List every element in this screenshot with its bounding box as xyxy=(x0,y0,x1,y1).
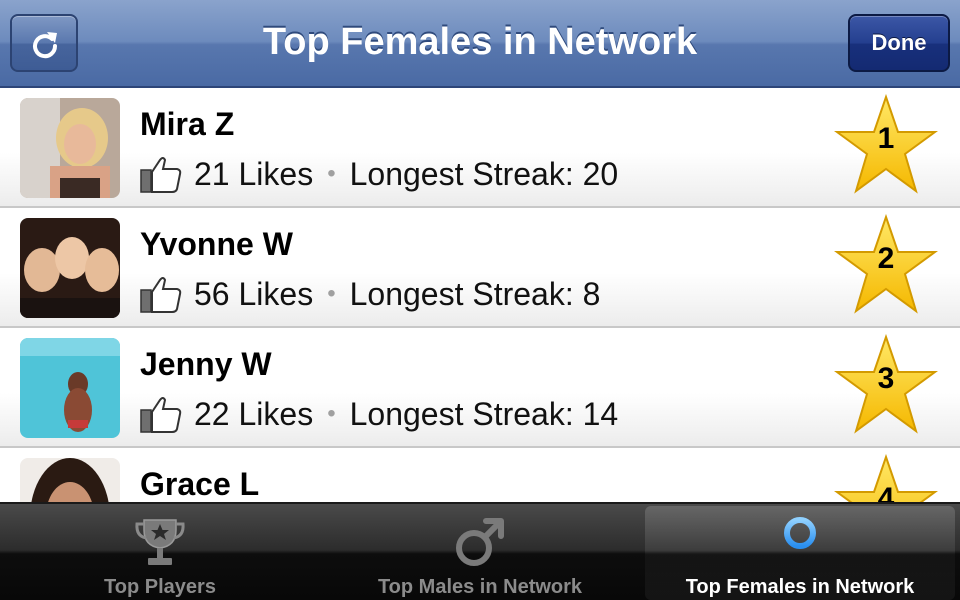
rank-badge: 2 xyxy=(834,214,938,318)
longest-streak: Longest Streak: 8 xyxy=(349,275,601,312)
rank-number: 1 xyxy=(877,122,895,155)
rank-badge: 1 xyxy=(834,94,938,198)
avatar xyxy=(20,458,120,502)
longest-streak: Longest Streak: 20 xyxy=(349,155,619,192)
likes-count: 21 Likes xyxy=(194,155,314,192)
player-name: Yvonne W xyxy=(140,226,293,262)
separator-dot: • xyxy=(327,160,336,187)
list-item[interactable]: Jenny W 22 Likes • Longest Streak: 14 3 xyxy=(0,328,960,448)
trophy-icon xyxy=(135,519,185,565)
female-symbol-icon xyxy=(784,517,816,566)
avatar xyxy=(20,338,120,438)
tab-bar: Top Players Top Males in Network Top Fem… xyxy=(0,502,960,600)
player-name: Mira Z xyxy=(140,106,235,142)
player-list[interactable]: Mira Z 21 Likes • Longest Streak: 20 1 Y… xyxy=(0,88,960,502)
separator-dot: • xyxy=(327,280,336,307)
likes-count: 56 Likes xyxy=(194,275,314,312)
tab-label: Top Players xyxy=(104,576,216,598)
tab-top-males[interactable]: Top Males in Network xyxy=(325,506,635,600)
tab-label: Top Females in Network xyxy=(685,576,915,598)
avatar xyxy=(20,98,120,198)
rank-number: 2 xyxy=(877,242,895,275)
tab-top-players[interactable]: Top Players xyxy=(5,506,315,600)
player-name: Grace L xyxy=(140,466,260,502)
player-stats: 56 Likes • Longest Streak: 8 xyxy=(140,274,600,314)
page-title: Top Females in Network xyxy=(262,21,698,63)
avatar xyxy=(20,218,120,318)
rank-badge: 3 xyxy=(834,334,938,438)
done-button[interactable]: Done xyxy=(848,14,950,72)
list-item[interactable]: Mira Z 21 Likes • Longest Streak: 20 1 xyxy=(0,88,960,208)
list-item[interactable]: Grace L 4 xyxy=(0,448,960,502)
rank-badge: 4 xyxy=(834,454,938,502)
longest-streak: Longest Streak: 14 xyxy=(349,395,619,432)
separator-dot: • xyxy=(327,400,336,427)
player-stats: 21 Likes • Longest Streak: 20 xyxy=(140,154,618,194)
player-stats: 22 Likes • Longest Streak: 14 xyxy=(140,394,618,434)
likes-count: 22 Likes xyxy=(194,395,314,432)
player-name: Jenny W xyxy=(140,346,272,382)
refresh-button[interactable] xyxy=(10,14,78,72)
thumbs-up-icon xyxy=(140,157,182,193)
navigation-bar: Top Females in Network Done xyxy=(0,0,960,88)
refresh-icon xyxy=(33,32,58,59)
rank-number: 3 xyxy=(877,362,895,395)
thumbs-up-icon xyxy=(140,277,182,313)
rank-number: 4 xyxy=(877,482,895,502)
male-symbol-icon xyxy=(456,518,504,566)
tab-top-females[interactable]: Top Females in Network xyxy=(645,506,955,600)
list-item[interactable]: Yvonne W 56 Likes • Longest Streak: 8 2 xyxy=(0,208,960,328)
tab-label: Top Males in Network xyxy=(377,576,583,598)
thumbs-up-icon xyxy=(140,397,182,433)
